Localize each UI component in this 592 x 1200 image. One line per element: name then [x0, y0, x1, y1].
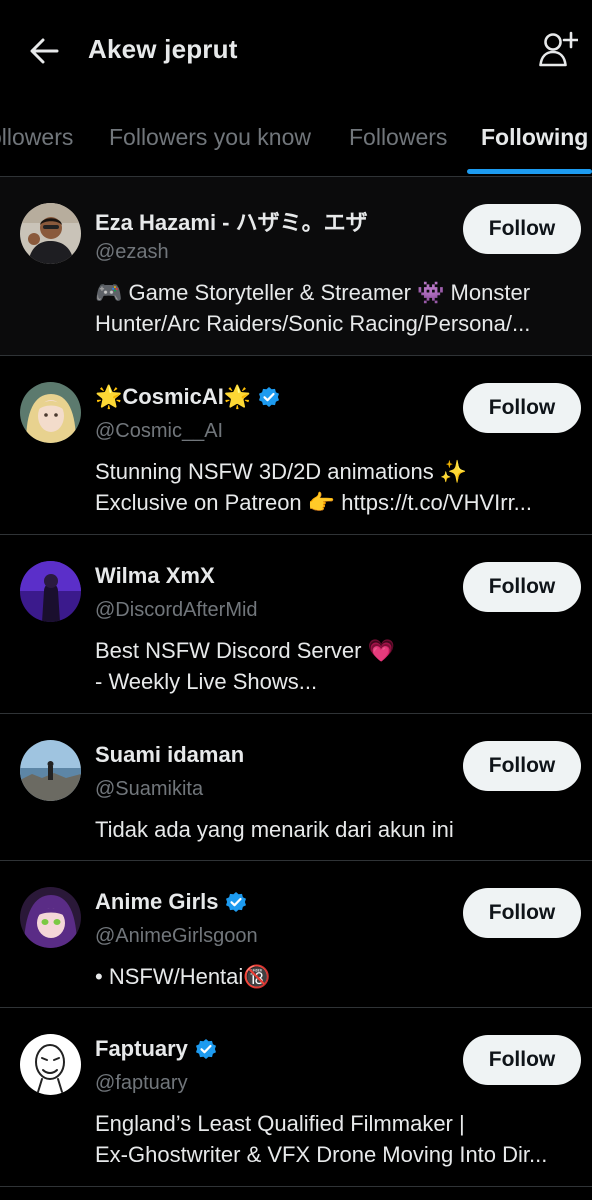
verified-badge-icon: [224, 890, 248, 914]
user-handle: @Cosmic__AI: [95, 420, 224, 442]
tab-followers[interactable]: Followers: [349, 124, 447, 151]
follow-button[interactable]: Follow: [463, 562, 581, 612]
user-row[interactable]: Wilma XmX @DiscordAfterMid Best NSFW Dis…: [0, 535, 592, 714]
follow-button[interactable]: Follow: [463, 888, 581, 938]
avatar[interactable]: [20, 382, 81, 443]
user-name[interactable]: 🌟CosmicAI🌟: [95, 384, 281, 410]
tab-bar: ollowers Followers you know Followers Fo…: [0, 100, 592, 177]
follow-button[interactable]: Follow: [463, 204, 581, 254]
avatar[interactable]: [20, 887, 81, 948]
follow-button[interactable]: Follow: [463, 383, 581, 433]
user-name[interactable]: Wilma XmX: [95, 563, 215, 589]
user-name[interactable]: Eza Hazami - ハザミ。エザ: [95, 205, 368, 237]
user-name[interactable]: Faptuary: [95, 1036, 218, 1062]
follow-button[interactable]: Follow: [463, 1035, 581, 1085]
tab-following[interactable]: Following: [481, 124, 588, 151]
verified-badge-icon: [257, 385, 281, 409]
user-row[interactable]: Suami idaman @Suamikita Tidak ada yang m…: [0, 714, 592, 861]
user-handle: @AnimeGirlsgoon: [95, 925, 258, 947]
arrow-left-icon: [30, 38, 59, 64]
user-handle: @Suamikita: [95, 778, 204, 800]
avatar[interactable]: [20, 561, 81, 622]
user-handle: @faptuary: [95, 1072, 188, 1094]
user-bio: 🎮 Game Storyteller & Streamer 👾 Monster …: [95, 280, 531, 336]
user-bio: England’s Least Qualified Filmmaker | Ex…: [95, 1111, 548, 1167]
page-title: Akew jeprut: [88, 34, 238, 64]
user-name[interactable]: Suami idaman: [95, 742, 244, 768]
back-button[interactable]: [26, 34, 62, 68]
user-row[interactable]: 🌟CosmicAI🌟 @Cosmic__AI Stunning NSFW 3D/…: [0, 356, 592, 535]
user-bio: • NSFW/Hentai🔞: [95, 964, 271, 989]
add-user-button[interactable]: [536, 30, 580, 70]
follow-button[interactable]: Follow: [463, 741, 581, 791]
user-row[interactable]: Anime Girls @AnimeGirlsgoon • NSFW/Henta…: [0, 861, 592, 1008]
avatar[interactable]: [20, 203, 81, 264]
user-handle: @DiscordAfterMid: [95, 599, 258, 621]
user-bio: Stunning NSFW 3D/2D animations ✨ Exclusi…: [95, 459, 533, 515]
user-name[interactable]: Anime Girls: [95, 889, 248, 915]
user-handle: @ezash: [95, 241, 169, 263]
user-row[interactable]: Faptuary @faptuary England’s Least Quali…: [0, 1008, 592, 1187]
top-app-bar: Akew jeprut: [0, 0, 592, 100]
tab-followers-you-know[interactable]: Followers you know: [109, 124, 311, 151]
user-bio: Best NSFW Discord Server 💗 - Weekly Live…: [95, 638, 395, 694]
active-tab-indicator: [467, 169, 592, 174]
tab-followers-partial[interactable]: ollowers: [0, 124, 73, 151]
avatar[interactable]: [20, 740, 81, 801]
verified-badge-icon: [194, 1037, 218, 1061]
user-row[interactable]: Eza Hazami - ハザミ。エザ @ezash 🎮 Game Storyt…: [0, 177, 592, 356]
avatar[interactable]: [20, 1034, 81, 1095]
add-user-icon: [539, 31, 578, 67]
user-bio: Tidak ada yang menarik dari akun ini: [95, 817, 454, 842]
